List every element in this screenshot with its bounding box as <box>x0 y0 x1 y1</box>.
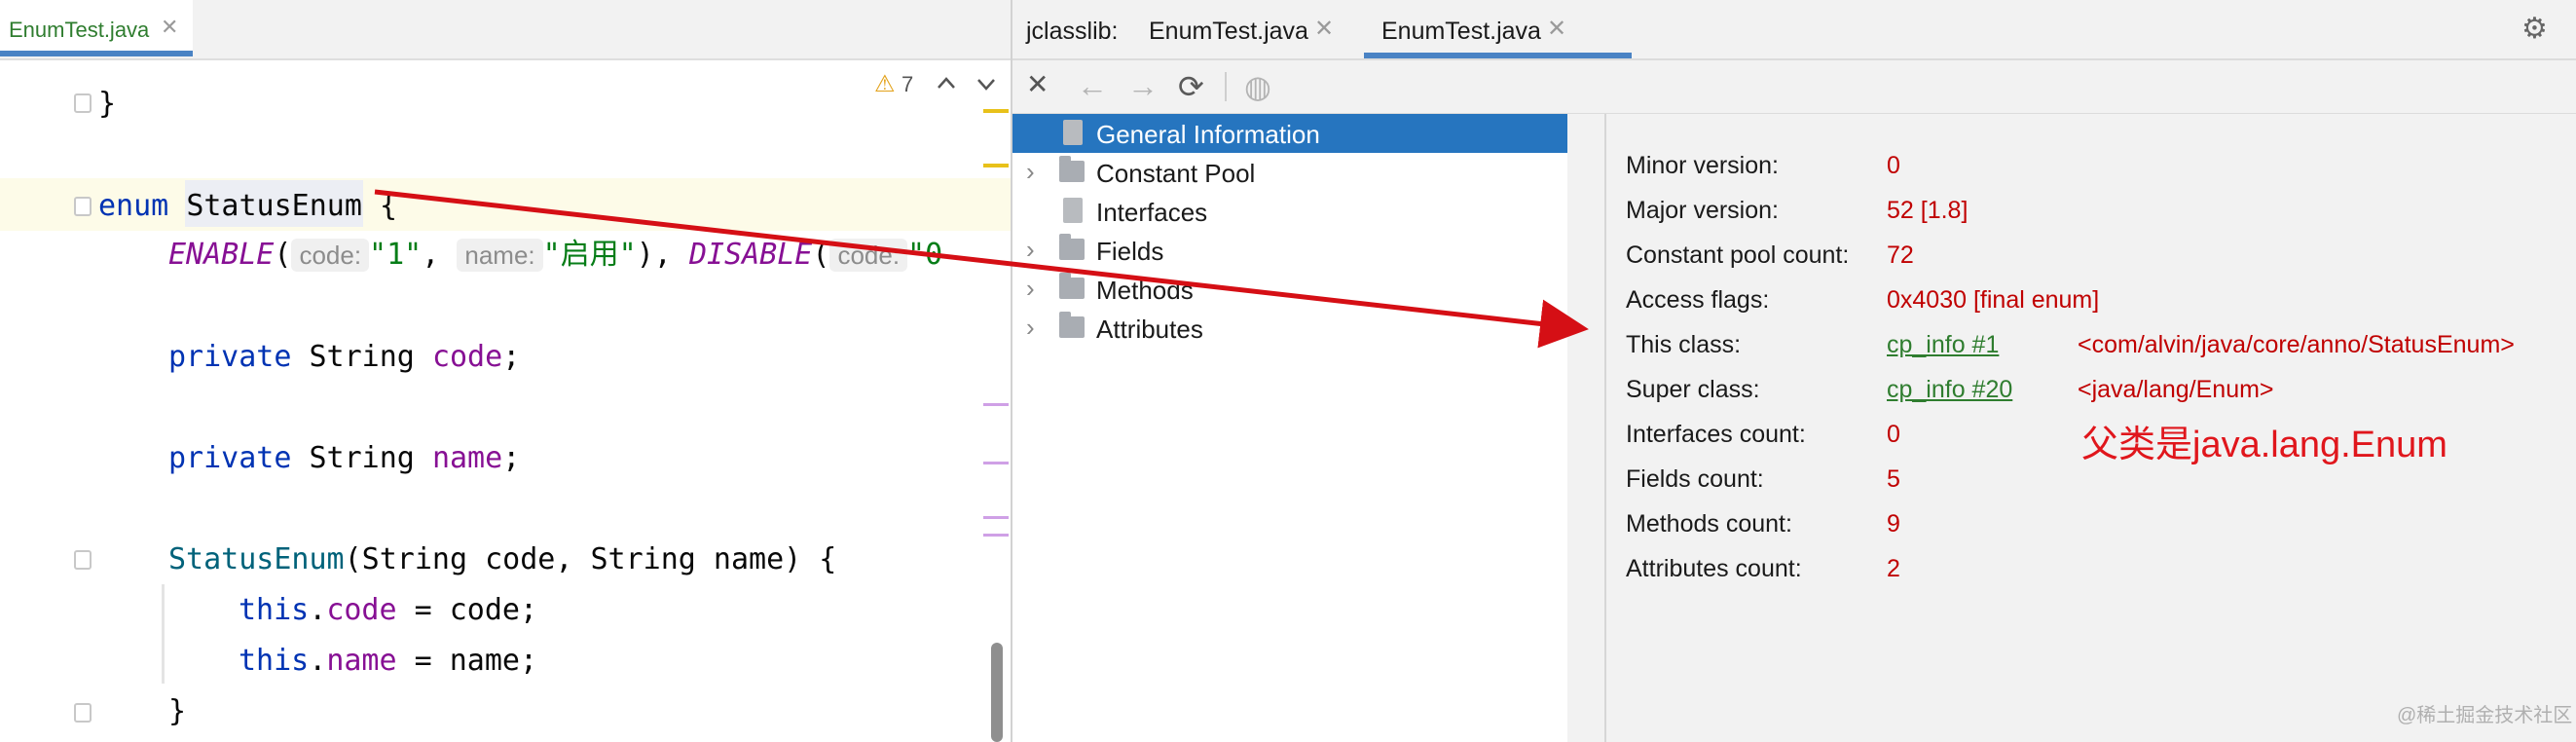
tree-item-label: Attributes <box>1096 315 1203 344</box>
jclasslib-tab-bar: jclasslib: EnumTest.java ✕ EnumTest.java… <box>1012 0 2576 60</box>
reload-icon[interactable]: ⟳ <box>1178 68 1204 105</box>
code-line: StatusEnum(String code, String name) { <box>168 542 837 576</box>
web-icon[interactable]: ◍ <box>1244 68 1271 105</box>
code-line: } <box>168 694 187 728</box>
warning-count: 7 <box>902 72 914 96</box>
fields-count-value: 5 <box>1887 465 1900 493</box>
minor-version-value: 0 <box>1887 152 1900 179</box>
code-line: enum StatusEnum { <box>98 189 398 223</box>
folder-icon <box>1059 273 1085 299</box>
tree-item[interactable]: › Constant Pool <box>1012 153 1567 192</box>
back-icon[interactable]: ← <box>1077 68 1108 104</box>
constant-pool-count-value: 72 <box>1887 241 1914 269</box>
structure-tree[interactable]: General Information › Constant Pool Interfa… <box>1012 114 1567 742</box>
interfaces-count-value: 0 <box>1887 421 1900 448</box>
toolbar-divider <box>1225 72 1227 101</box>
close-icon[interactable]: ✕ <box>161 15 178 40</box>
tab-enumtest-java[interactable]: EnumTest.java ✕ <box>1149 0 1392 58</box>
chevron-right-icon[interactable]: › <box>1026 313 1035 343</box>
tree-item[interactable]: › Fields <box>1012 231 1567 270</box>
access-flags-value: 0x4030 [final enum] <box>1887 286 2100 314</box>
access-flags-label: Access flags: <box>1626 286 1770 314</box>
tree-item[interactable]: › Methods <box>1012 270 1567 309</box>
tree-item-label: General Information <box>1096 120 1320 149</box>
super-class-value: <java/lang/Enum> <box>2078 376 2274 403</box>
interfaces-count-label: Interfaces count: <box>1626 421 1806 448</box>
methods-count-label: Methods count: <box>1626 510 1792 538</box>
stripe-mark[interactable] <box>983 403 1009 406</box>
indent-guide <box>162 584 165 684</box>
chevron-down-icon[interactable] <box>976 78 996 92</box>
folder-icon <box>1059 156 1085 182</box>
this-class-label: This class: <box>1626 331 1742 358</box>
fold-marker[interactable] <box>74 93 92 113</box>
enum-name: StatusEnum <box>186 189 362 223</box>
methods-count-value: 9 <box>1887 510 1900 538</box>
major-version-value: 52 [1.8] <box>1887 197 1969 224</box>
attributes-count-label: Attributes count: <box>1626 555 1802 582</box>
jclasslib-panel: jclasslib: EnumTest.java ✕ EnumTest.java… <box>1011 0 2576 742</box>
fold-marker[interactable] <box>74 197 92 216</box>
chevron-right-icon[interactable]: › <box>1026 235 1035 265</box>
tree-item-label: Constant Pool <box>1096 159 1256 188</box>
file-icon <box>1063 198 1083 223</box>
tab-label: EnumTest.java <box>1149 18 1308 45</box>
attributes-count-value: 2 <box>1887 555 1900 582</box>
settings-icon[interactable]: ⚙ <box>2521 12 2548 46</box>
chevron-right-icon[interactable]: › <box>1026 157 1035 187</box>
this-class-link[interactable]: cp_info #1 <box>1887 331 1999 359</box>
code-line: this.code = code; <box>239 593 538 627</box>
code-line: private String code; <box>168 340 521 374</box>
tab-enumtest-java-active[interactable]: EnumTest.java ✕ <box>1364 0 1632 58</box>
param-hint: code: <box>291 239 370 272</box>
jclasslib-toolbar: ✕ ← → ⟳ ◍ <box>1012 60 2576 115</box>
code-line: private String name; <box>168 441 521 475</box>
forward-icon[interactable]: → <box>1127 68 1159 104</box>
param-hint: name: <box>457 239 543 272</box>
fold-marker[interactable] <box>74 703 92 723</box>
code-line: } <box>98 87 117 121</box>
this-class-value: <com/alvin/java/core/anno/StatusEnum> <box>2078 331 2515 358</box>
editor-tab-bar: EnumTest.java ✕ <box>0 0 1011 60</box>
scrollbar-thumb[interactable] <box>991 643 1003 742</box>
tree-item[interactable]: Interfaces <box>1012 192 1567 231</box>
super-class-link[interactable]: cp_info #20 <box>1887 376 2012 404</box>
watermark: @稀土掘金技术社区 <box>2397 705 2573 726</box>
tree-item[interactable]: › Attributes <box>1012 309 1567 348</box>
fields-count-label: Fields count: <box>1626 465 1764 493</box>
tree-item-label: Interfaces <box>1096 198 1208 227</box>
file-icon <box>1063 120 1083 145</box>
tab-label: EnumTest.java <box>1381 18 1541 45</box>
folder-icon <box>1059 312 1085 338</box>
tree-item[interactable]: General Information <box>1012 114 1567 153</box>
stripe-mark[interactable] <box>983 109 1009 113</box>
tab-enumtest-java[interactable]: EnumTest.java ✕ <box>0 0 193 56</box>
annotation-text: 父类是java.lang.Enum <box>2081 425 2447 465</box>
tree-item-label: Methods <box>1096 276 1194 305</box>
close-icon[interactable]: ✕ <box>1547 15 1566 43</box>
param-hint: code: <box>829 239 908 272</box>
close-icon[interactable]: ✕ <box>1314 15 1334 43</box>
code-line: this.name = name; <box>239 644 538 678</box>
stripe-mark[interactable] <box>983 516 1009 519</box>
super-class-label: Super class: <box>1626 376 1760 403</box>
minor-version-label: Minor version: <box>1626 152 1779 179</box>
tab-label: EnumTest.java <box>9 18 150 42</box>
tree-item-label: Fields <box>1096 237 1164 266</box>
warning-icon[interactable]: ⚠ <box>874 70 896 98</box>
chevron-up-icon[interactable] <box>937 76 956 90</box>
splitter[interactable] <box>1567 114 1606 742</box>
stripe-mark[interactable] <box>983 534 1009 537</box>
folder-icon <box>1059 234 1085 260</box>
code-editor[interactable]: EnumTest.java ✕ ⚠ 7 } enum StatusEnum { … <box>0 0 1011 742</box>
fold-marker[interactable] <box>74 550 92 570</box>
code-line: ENABLE(code: "1", name: "启用"), DISABLE(cod… <box>168 238 943 272</box>
chevron-right-icon[interactable]: › <box>1026 274 1035 304</box>
stripe-mark[interactable] <box>983 164 1009 167</box>
stripe-mark[interactable] <box>983 462 1009 464</box>
close-icon[interactable]: ✕ <box>1026 68 1049 100</box>
major-version-label: Major version: <box>1626 197 1779 224</box>
constant-pool-count-label: Constant pool count: <box>1626 241 1850 269</box>
jclasslib-title: jclasslib: <box>1026 18 1119 45</box>
